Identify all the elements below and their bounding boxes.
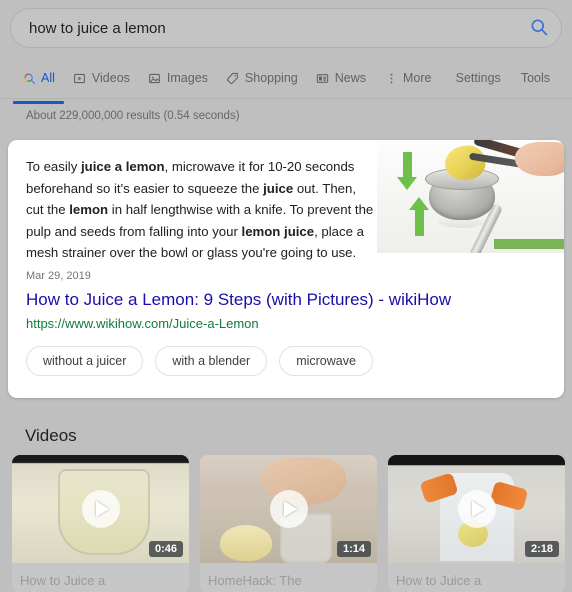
tab-active-underline — [13, 101, 64, 104]
video-icon — [73, 71, 87, 85]
search-icon — [529, 17, 549, 40]
tabs-divider — [0, 98, 572, 99]
search-input[interactable] — [11, 19, 517, 37]
tab-label-news: News — [334, 71, 366, 85]
video-thumbnail-1[interactable]: 0:46 — [12, 455, 189, 563]
tab-label-videos: Videos — [91, 71, 130, 85]
video-thumbnail-2[interactable]: 1:14 — [200, 455, 377, 563]
tab-images[interactable]: Images — [139, 62, 217, 94]
search-submit-button[interactable] — [517, 8, 561, 48]
featured-snippet-image[interactable] — [377, 140, 564, 253]
image-icon — [148, 71, 162, 85]
settings-link[interactable]: Settings — [446, 71, 511, 85]
video-card-2[interactable]: 1:14 HomeHack: The — [200, 455, 377, 592]
result-title-link[interactable]: How to Juice a Lemon: 9 Steps (with Pict… — [26, 290, 451, 310]
wikihow-watermark — [494, 239, 564, 249]
snippet-seg-1: To easily — [26, 159, 81, 174]
chip-microwave[interactable]: microwave — [279, 346, 373, 376]
more-vertical-icon — [384, 71, 398, 85]
videos-section-heading: Videos — [25, 426, 77, 445]
search-bar[interactable] — [10, 8, 562, 48]
video-duration-1: 0:46 — [148, 541, 183, 557]
tab-label-more: More — [403, 71, 432, 85]
featured-snippet-card: To easily juice a lemon, microwave it fo… — [8, 140, 564, 398]
tab-shopping[interactable]: Shopping — [217, 62, 307, 94]
tab-more[interactable]: More — [375, 62, 440, 94]
video-card-3[interactable]: 2:18 How to Juice a — [388, 455, 565, 592]
tab-label-all: All — [41, 71, 55, 85]
tools-link[interactable]: Tools — [511, 71, 560, 85]
video-duration-3: 2:18 — [524, 541, 559, 557]
play-icon[interactable] — [81, 490, 120, 528]
tab-label-images: Images — [166, 71, 208, 85]
chip-with-a-blender[interactable]: with a blender — [155, 346, 268, 376]
video-card-1[interactable]: 0:46 How to Juice a — [12, 455, 189, 592]
video-title-3: How to Juice a — [388, 563, 565, 592]
tab-all[interactable]: All — [13, 62, 64, 104]
snippet-bold-4: lemon juice — [241, 223, 315, 239]
search-icon — [22, 71, 36, 85]
snippet-bold-2: juice — [263, 180, 294, 196]
chip-without-a-juicer[interactable]: without a juicer — [26, 346, 144, 376]
newspaper-icon — [316, 71, 330, 85]
video-title-2: HomeHack: The — [200, 563, 377, 592]
videos-carousel: 0:46 How to Juice a 1:14 HomeHack: The 2… — [12, 455, 565, 592]
lemon-half-bowl — [220, 525, 272, 561]
tab-news[interactable]: News — [307, 62, 375, 94]
search-results-page: All Videos Images — [0, 0, 572, 592]
video-thumbnail-3[interactable]: 2:18 — [388, 455, 565, 563]
tab-label-shopping: Shopping — [244, 71, 298, 85]
result-stats: About 229,000,000 results (0.54 seconds) — [26, 110, 240, 122]
tab-videos[interactable]: Videos — [64, 62, 139, 94]
play-icon[interactable] — [269, 490, 308, 528]
video-title-1: How to Juice a — [12, 563, 189, 592]
snippet-bold-3: lemon — [69, 202, 109, 217]
tag-icon — [226, 71, 240, 85]
snippet-date: Mar 29, 2019 — [26, 269, 91, 282]
search-tabs: All Videos Images Shopping News More Set… — [0, 62, 572, 104]
video-duration-2: 1:14 — [336, 541, 371, 557]
play-icon[interactable] — [457, 490, 496, 528]
result-url[interactable]: https://www.wikihow.com/Juice-a-Lemon — [26, 316, 259, 331]
refinement-chips: without a juicer with a blender microwav… — [26, 346, 373, 376]
featured-snippet-paragraph: To easily juice a lemon, microwave it fo… — [26, 156, 374, 287]
snippet-bold-1: juice a lemon — [80, 159, 165, 174]
hand — [515, 142, 564, 176]
